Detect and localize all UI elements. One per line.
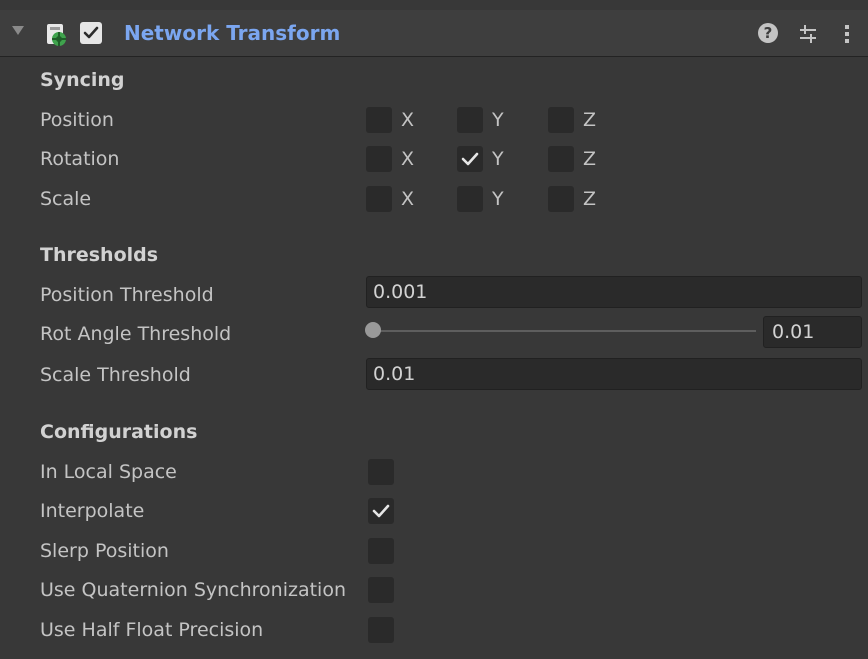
syncing-scale-x-checkbox[interactable] (366, 186, 392, 212)
more-vertical-icon[interactable] (836, 22, 858, 46)
use-quaternion-synchronization-label: Use Quaternion Synchronization (40, 579, 347, 601)
position-threshold-input[interactable]: 0.001 (366, 276, 862, 308)
syncing-rotation-x-checkbox[interactable] (366, 146, 392, 172)
rot-angle-threshold-label: Rot Angle Threshold (40, 323, 232, 345)
rot-angle-threshold-input[interactable]: 0.01 (763, 316, 862, 348)
scale-threshold-label: Scale Threshold (40, 364, 191, 386)
component-header[interactable]: Network Transform ? (0, 10, 868, 57)
slerp-position-checkbox[interactable] (368, 538, 394, 564)
syncing-rotation-z-axis-label: Z (583, 148, 597, 170)
help-icon[interactable]: ? (758, 23, 778, 43)
syncing-rotation-y-checkbox[interactable] (457, 146, 483, 172)
scale-threshold-value: 0.01 (373, 363, 416, 385)
use-half-float-precision-label: Use Half Float Precision (40, 619, 264, 641)
syncing-rotation-y-axis-label: Y (492, 148, 504, 170)
in-local-space-label: In Local Space (40, 461, 177, 483)
component-title: Network Transform (124, 21, 341, 45)
interpolate-label: Interpolate (40, 500, 145, 522)
help-glyph: ? (763, 24, 773, 42)
inspector-panel: Network Transform ? Syncing Position X Y Z R… (0, 0, 868, 659)
syncing-position-x-checkbox[interactable] (366, 107, 392, 133)
section-syncing-title: Syncing (40, 69, 125, 91)
rot-angle-slider-thumb[interactable] (365, 322, 381, 338)
use-half-float-precision-checkbox[interactable] (368, 617, 394, 643)
syncing-scale-label: Scale (40, 188, 92, 210)
syncing-position-z-checkbox[interactable] (548, 107, 574, 133)
position-threshold-value: 0.001 (373, 281, 428, 303)
syncing-rotation-label: Rotation (40, 148, 120, 170)
slerp-position-label: Slerp Position (40, 540, 169, 562)
section-thresholds-title: Thresholds (40, 244, 159, 266)
syncing-position-x-axis-label: X (401, 109, 415, 131)
syncing-scale-z-axis-label: Z (583, 188, 597, 210)
syncing-scale-x-axis-label: X (401, 188, 415, 210)
syncing-position-y-axis-label: Y (492, 109, 504, 131)
rot-angle-slider-track[interactable] (373, 330, 756, 332)
syncing-rotation-x-axis-label: X (401, 148, 415, 170)
component-enabled-checkbox[interactable] (80, 22, 102, 44)
network-component-icon (47, 24, 66, 46)
interpolate-checkbox[interactable] (368, 498, 394, 524)
in-local-space-checkbox[interactable] (368, 459, 394, 485)
use-quaternion-synchronization-checkbox[interactable] (368, 577, 394, 603)
position-threshold-label: Position Threshold (40, 284, 214, 306)
scale-threshold-input[interactable]: 0.01 (366, 358, 862, 390)
syncing-scale-z-checkbox[interactable] (548, 186, 574, 212)
triangle-down-icon[interactable] (12, 26, 24, 35)
syncing-position-z-axis-label: Z (583, 109, 597, 131)
presets-sliders-icon[interactable] (797, 23, 819, 45)
syncing-position-y-checkbox[interactable] (457, 107, 483, 133)
rot-angle-threshold-value: 0.01 (772, 321, 815, 343)
syncing-scale-y-checkbox[interactable] (457, 186, 483, 212)
section-configurations-title: Configurations (40, 421, 198, 443)
syncing-scale-y-axis-label: Y (492, 188, 504, 210)
syncing-rotation-z-checkbox[interactable] (548, 146, 574, 172)
syncing-position-label: Position (40, 109, 114, 131)
